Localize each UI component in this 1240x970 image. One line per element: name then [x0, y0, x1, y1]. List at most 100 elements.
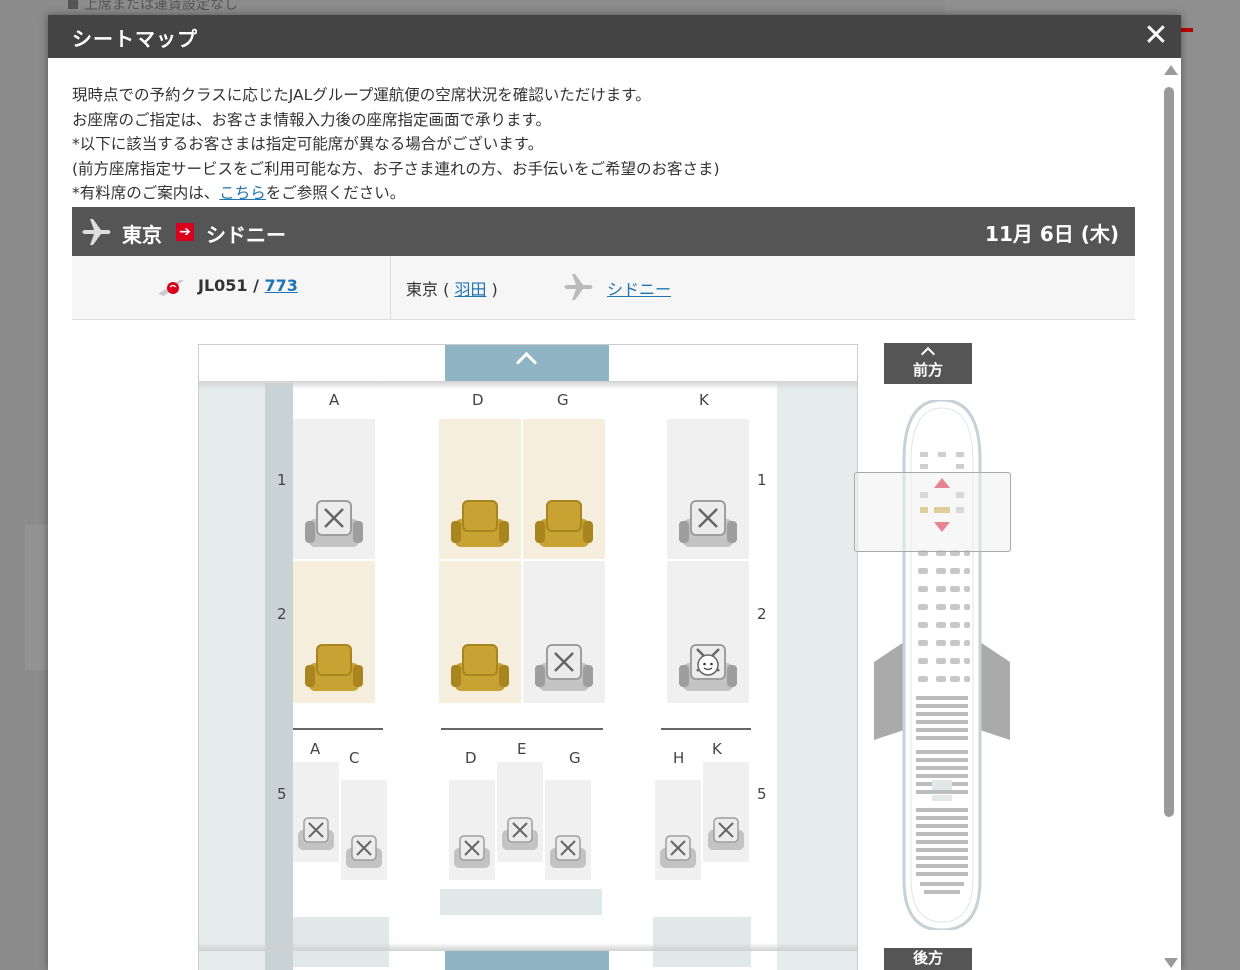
divider	[390, 256, 391, 319]
available-seat-icon	[451, 644, 509, 691]
unavailable-seat-icon	[535, 644, 593, 691]
flight-code: JL051	[198, 276, 248, 295]
intro-line: *有料席のご案内は、こちらをご参照ください。	[72, 181, 720, 206]
route-origin: 東京	[122, 223, 162, 247]
route-bar: 東京 ➔ シドニー 11月 6日 (木)	[72, 207, 1135, 256]
column-label: H	[673, 749, 685, 767]
column-label: D	[472, 391, 484, 409]
column-label: D	[465, 749, 477, 767]
seat-5C[interactable]	[341, 780, 387, 880]
jal-logo-icon	[158, 280, 184, 296]
airplane-icon	[82, 219, 111, 245]
unavailable-seat-icon	[550, 835, 586, 868]
intro-line: (前方座席指定サービスをご利用可能な方、お子さま連れの方、お手伝いをご希望のお客…	[72, 159, 720, 178]
intro-line: お座席のご指定は、お客さま情報入力後の座席指定画面で承ります。	[72, 110, 551, 129]
modal-scrollbar[interactable]	[1159, 59, 1181, 970]
column-label: A	[329, 391, 340, 409]
available-seat-icon	[451, 500, 509, 547]
background-text: ・上席または運賃設定なし	[70, 0, 238, 13]
scroll-up-arrow-icon[interactable]	[1164, 65, 1178, 75]
row-label: 5	[757, 785, 767, 803]
seat-1G[interactable]	[523, 419, 605, 559]
seat-5D[interactable]	[449, 780, 495, 880]
forward-label: 前方	[912, 361, 943, 379]
arrival-airport-link[interactable]: シドニー	[607, 280, 671, 299]
unavailable-seat-icon	[660, 835, 696, 868]
airplane-icon	[564, 274, 593, 300]
seat-map-modal: シートマップ ✕ 現時点での予約クラスに応じたJALグループ運航便の空席状況を確…	[48, 15, 1181, 970]
column-label: K	[712, 740, 722, 758]
flight-number: JL051 / 773	[198, 276, 298, 295]
seat-map-scroll-down-button[interactable]	[445, 951, 609, 970]
column-label: G	[557, 391, 569, 409]
seat-5E[interactable]	[497, 762, 543, 862]
cabin-partition	[441, 728, 603, 730]
unavailable-seat-icon	[298, 817, 334, 850]
departure-airport-link[interactable]: 羽田	[454, 280, 486, 299]
background-accent	[1181, 28, 1193, 32]
intro-text: 現時点での予約クラスに応じたJALグループ運航便の空席状況を確認いただけます。 …	[72, 83, 720, 206]
bassinet-seat-icon	[679, 644, 737, 691]
cabin-facility	[653, 917, 751, 967]
cabin-facility	[440, 889, 602, 915]
seat-map: A D G K 1 1 2 2 5 5 A C D E G H K	[198, 344, 858, 970]
seat-1A[interactable]	[293, 419, 375, 559]
modal-header: シートマップ ✕	[48, 15, 1181, 58]
paid-seat-link[interactable]: こちら	[219, 184, 266, 202]
shadow	[199, 943, 857, 951]
seat-5H[interactable]	[655, 780, 701, 880]
cabin-partition	[293, 728, 383, 730]
scroll-down-arrow-icon[interactable]	[1164, 958, 1178, 968]
aircraft-type-link[interactable]: 773	[265, 276, 298, 295]
seat-2G[interactable]	[523, 561, 605, 703]
available-seat-icon	[535, 500, 593, 547]
chevron-up-icon	[515, 351, 538, 374]
seat-map-scroll-up-button[interactable]	[445, 345, 609, 381]
shadow	[199, 381, 857, 389]
chevron-up-icon	[920, 346, 936, 362]
unavailable-seat-icon	[305, 500, 363, 547]
cabin-facility	[293, 917, 389, 967]
unavailable-seat-icon	[454, 835, 490, 868]
flight-date: 11月 6日 (木)	[985, 222, 1119, 246]
column-label: A	[310, 740, 321, 758]
scroll-thumb[interactable]	[1164, 87, 1174, 817]
column-label: C	[349, 749, 360, 767]
unavailable-seat-icon	[502, 817, 538, 850]
column-label: G	[569, 749, 581, 767]
row-label: 5	[277, 785, 287, 803]
route-destination: シドニー	[206, 223, 286, 247]
forward-button[interactable]: 前方	[884, 343, 972, 384]
seat-2A[interactable]	[293, 561, 375, 703]
overview-viewport-indicator[interactable]	[854, 472, 1011, 552]
flight-info-row: JL051 / 773 東京 ( 羽田 ) シドニー	[72, 256, 1135, 320]
seat-2K[interactable]	[667, 561, 749, 703]
seat-1K[interactable]	[667, 419, 749, 559]
seat-2D[interactable]	[439, 561, 521, 703]
row-label: 1	[277, 471, 287, 489]
row-label: 2	[277, 605, 287, 623]
seat-1D[interactable]	[439, 419, 521, 559]
route-arrow-icon: ➔	[176, 223, 194, 241]
seat-5G[interactable]	[545, 780, 591, 880]
close-button[interactable]: ✕	[1139, 19, 1173, 53]
unavailable-seat-icon	[708, 817, 744, 850]
aft-button[interactable]: 後方	[884, 948, 972, 970]
available-seat-icon	[305, 644, 363, 691]
row-label: 1	[757, 471, 767, 489]
column-label: E	[517, 740, 527, 758]
unavailable-seat-icon	[679, 500, 737, 547]
modal-title: シートマップ	[72, 27, 198, 51]
row-label: 2	[757, 605, 767, 623]
departure-city: 東京	[406, 280, 439, 299]
column-label: K	[699, 391, 709, 409]
arrival: シドニー	[607, 276, 671, 300]
intro-text-segment: をご参照ください。	[265, 184, 406, 203]
seat-5A[interactable]	[293, 762, 339, 862]
intro-line: 現時点での予約クラスに応じたJALグループ運航便の空席状況を確認いただけます。	[72, 86, 651, 104]
unavailable-seat-icon	[346, 835, 382, 868]
intro-line: *以下に該当するお客さまは指定可能席が異なる場合がございます。	[72, 135, 544, 154]
seat-5K[interactable]	[703, 762, 749, 862]
flight-separator: /	[247, 276, 265, 295]
intro-text-segment: *有料席のご案内は、	[72, 184, 220, 203]
